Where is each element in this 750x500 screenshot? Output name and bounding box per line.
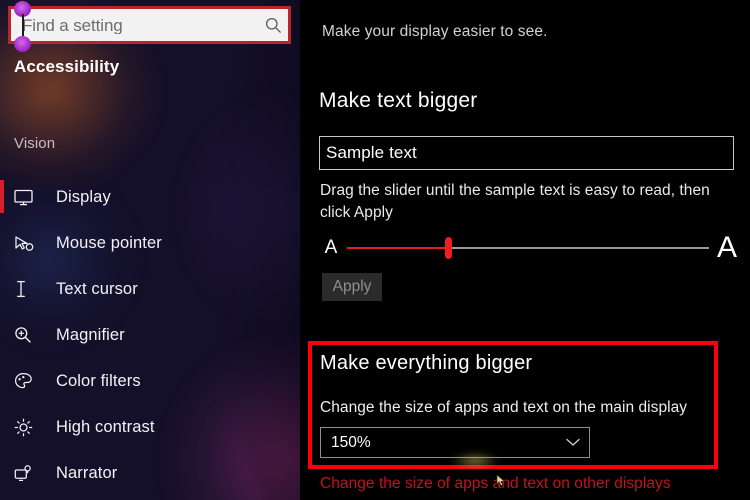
search-icon [258,17,288,34]
search-input[interactable]: Find a setting [11,17,258,34]
sample-text-box: Sample text [319,136,734,170]
mouse-pointer-icon [14,235,42,252]
sidebar-item-mouse-pointer[interactable]: Mouse pointer [0,220,300,266]
sidebar-item-color-filters[interactable]: Color filters [0,358,300,404]
scale-dropdown-value: 150% [331,433,371,451]
sidebar-item-display[interactable]: Display [0,174,300,220]
slider-min-label: A [324,237,338,258]
sidebar-item-label: Mouse pointer [56,233,162,252]
magnifier-icon [14,326,42,344]
other-displays-link[interactable]: Change the size of apps and text on othe… [320,475,671,493]
apply-button[interactable]: Apply [322,273,382,301]
sidebar-item-label: Text cursor [56,279,138,298]
brightness-icon [14,418,42,437]
text-cursor-icon [14,280,42,298]
search-box[interactable]: Find a setting [8,6,291,44]
sample-text-value: Sample text [326,143,417,162]
slider-max-label: A [716,231,737,264]
sidebar-item-label: Color filters [56,371,141,390]
narrator-icon [14,464,42,482]
sidebar-group-label-vision: Vision [14,135,56,152]
page-title: Accessibility [14,57,120,76]
sidebar: Find a setting Accessibility Vision Disp… [0,0,300,500]
slider-thumb[interactable] [445,237,453,259]
main-content-panel: Make your display easier to see. Make te… [300,0,750,500]
sidebar-item-label: Narrator [56,463,118,482]
scale-description-label: Change the size of apps and text on the … [320,399,688,416]
sidebar-item-high-contrast[interactable]: High contrast [0,404,300,450]
sidebar-item-magnifier[interactable]: Magnifier [0,312,300,358]
sidebar-item-label: High contrast [56,417,155,436]
scale-dropdown[interactable]: 150% [320,427,590,458]
slider-track[interactable] [347,235,709,261]
color-palette-icon [14,372,42,390]
text-size-slider[interactable]: A A [320,228,740,268]
section-heading-make-text-bigger: Make text bigger [319,89,478,112]
sidebar-nav-list: Display Mouse pointer Text cursor Magnif… [0,174,300,496]
chevron-down-icon [566,438,580,447]
monitor-icon [14,189,42,206]
slider-track-fill [347,247,449,249]
sidebar-item-label: Magnifier [56,325,125,344]
intro-text: Make your display easier to see. [322,23,548,40]
sidebar-item-text-cursor[interactable]: Text cursor [0,266,300,312]
section-heading-make-everything-bigger: Make everything bigger [320,352,533,374]
sidebar-item-narrator[interactable]: Narrator [0,450,300,496]
settings-window: Find a setting Accessibility Vision Disp… [0,0,750,500]
sidebar-item-label: Display [56,187,111,206]
selected-accent-bar [0,180,4,213]
slider-instruction-text: Drag the slider until the sample text is… [320,182,710,221]
